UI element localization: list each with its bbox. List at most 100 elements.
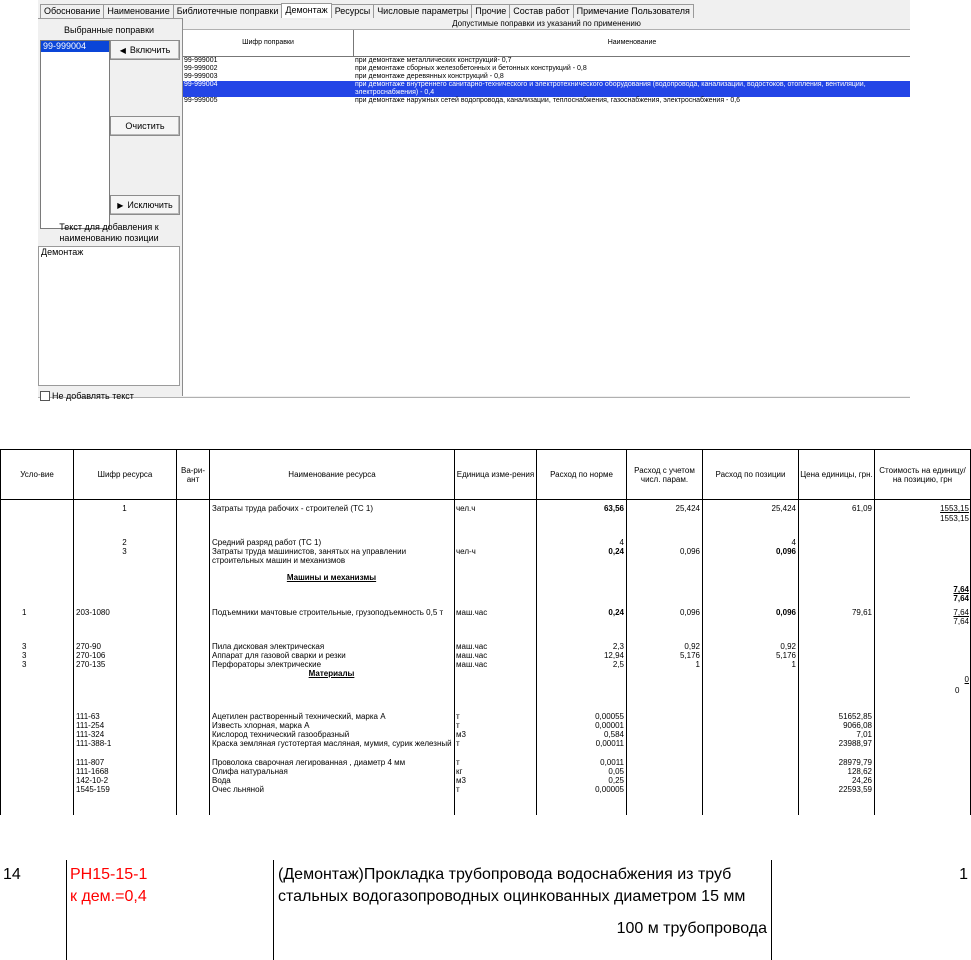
cell-norm: 12,94 xyxy=(603,651,624,660)
cell-unit: маш.час xyxy=(456,608,488,617)
cell-unit: маш.час xyxy=(456,651,488,660)
cell-param: 1 xyxy=(695,660,700,669)
header-cost-text: Стоимость на единицу/ на позицию, грн xyxy=(879,465,966,484)
arrow-right-icon: ▶ xyxy=(117,200,124,210)
tab-justification[interactable]: Обоснование xyxy=(40,4,105,18)
cell-param: 25,424 xyxy=(675,504,700,513)
cell-price: 9066,08 xyxy=(843,721,872,730)
cell-cost-unit: 1553,15 xyxy=(940,504,969,513)
cell-code: 111-807 xyxy=(76,758,105,767)
cell-norm: 0,24 xyxy=(608,608,624,617)
left-panel: Выбранные поправки 99-999004 ◀ Включить … xyxy=(38,19,180,401)
corrections-grid-body: 99-999001 при демонтаже металлических ко… xyxy=(183,57,910,105)
cell-price: 61,09 xyxy=(851,504,872,513)
tab-other[interactable]: Прочие xyxy=(471,4,511,18)
cell-position: 0,096 xyxy=(775,608,796,617)
cell-name: Олифа натуральная xyxy=(212,767,288,776)
cell-unit: м3 xyxy=(456,730,466,739)
header-position: Расход по позиции xyxy=(702,449,798,500)
cell-unit: т xyxy=(456,721,460,730)
cell-name: Затраты труда машинистов, занятых на упр… xyxy=(212,547,407,565)
estimate-unit: 100 м трубопровода xyxy=(616,920,767,937)
cell-cost-position: 1553,15 xyxy=(940,514,969,523)
include-button[interactable]: ◀ Включить xyxy=(110,40,180,60)
header-param-text: Расход с учетом числ. парам. xyxy=(634,465,695,484)
cell-price: 28979,79 xyxy=(838,758,872,767)
cell-code: 111-254 xyxy=(76,721,105,730)
cell-unit: чел-ч xyxy=(456,547,476,556)
cell-norm: 0,00005 xyxy=(595,785,624,794)
no-add-text-checkbox-row[interactable]: Не добавлять текст xyxy=(40,391,134,401)
tab-dismantling[interactable]: Демонтаж xyxy=(281,3,332,19)
header-variant: Ва-ри-ант xyxy=(176,449,209,500)
cell-condition: 3 xyxy=(22,651,27,660)
correction-row[interactable]: 99-999001 при демонтаже металлических ко… xyxy=(183,57,910,65)
selected-corrections-list[interactable]: 99-999004 xyxy=(40,40,110,229)
correction-row[interactable]: 99-999005 при демонтаже наружных сетей в… xyxy=(183,97,910,105)
selected-correction-item[interactable]: 99-999004 xyxy=(41,41,109,52)
header-resource-code-text: Шифр ресурса xyxy=(97,470,153,479)
correction-name: при демонтаже сборных железобетонных и б… xyxy=(355,65,587,72)
cell-position: 0,096 xyxy=(775,547,796,556)
resource-table: Усло-вие Шифр ресурса Ва-ри-ант Наименов… xyxy=(0,449,971,816)
col-line xyxy=(0,499,1,815)
correction-name: при демонтаже деревянных конструкций - 0… xyxy=(355,73,504,80)
cell-cost-unit: 7,64 xyxy=(953,585,969,594)
cell-name: Очес льняной xyxy=(212,785,264,794)
allowed-corrections-panel: Допустимые поправки из указаний по приме… xyxy=(182,18,910,396)
cell-param: 0,096 xyxy=(679,547,700,556)
cell-param: 0,096 xyxy=(679,608,700,617)
correction-row[interactable]: 99-999002 при демонтаже сборных железобе… xyxy=(183,65,910,73)
estimate-num-cell: 14 xyxy=(0,860,67,960)
col-correction-code[interactable]: Шифр поправки xyxy=(183,30,354,56)
col-line xyxy=(454,499,455,815)
cell-norm: 0,24 xyxy=(608,547,624,556)
cell-unit: маш.час xyxy=(456,660,488,669)
cell-code: 2 xyxy=(122,538,127,547)
cell-name: Пила дисковая электрическая xyxy=(212,642,325,651)
exclude-button[interactable]: ▶ Исключить xyxy=(110,195,180,215)
text-caption: Текст для добавления к наименованию пози… xyxy=(59,222,159,243)
cell-name: Средний разряд работ (ТС 1) xyxy=(212,538,322,547)
cell-code: 270-135 xyxy=(76,660,106,669)
cell-position: 5,176 xyxy=(775,651,796,660)
correction-row-selected[interactable]: 99-999004 при демонтаже внутреннего сани… xyxy=(183,81,910,97)
no-add-text-checkbox[interactable] xyxy=(40,391,50,401)
col-line xyxy=(874,499,971,815)
header-resource-name: Наименование ресурса xyxy=(209,449,454,500)
correction-name: при демонтаже внутреннего санитарно-техн… xyxy=(355,81,866,96)
correction-code: 99-999002 xyxy=(184,65,218,72)
cell-unit: м3 xyxy=(456,776,466,785)
corrections-grid-header: Шифр поправки Наименование xyxy=(183,30,910,57)
header-param: Расход с учетом числ. парам. xyxy=(626,449,702,500)
cell-norm: 0,05 xyxy=(608,767,624,776)
cell-unit: чел.ч xyxy=(456,504,476,513)
tab-name[interactable]: Наименование xyxy=(103,4,174,18)
name-addition-textarea[interactable]: Демонтаж xyxy=(38,246,180,386)
cell-cost-position: 7,64 xyxy=(953,617,969,626)
cell-price: 7,01 xyxy=(856,730,872,739)
cell-name: Затраты труда рабочих - строителей (ТС 1… xyxy=(212,504,373,513)
estimate-qty: 1 xyxy=(959,866,968,883)
cell-code: 111-388-1 xyxy=(76,739,112,748)
cell-unit: т xyxy=(456,785,460,794)
selected-caption: Выбранные поправки xyxy=(63,25,155,35)
header-price: Цена единицы, грн. xyxy=(798,449,874,500)
clear-button[interactable]: Очистить xyxy=(110,116,180,136)
tab-numeric-params[interactable]: Числовые параметры xyxy=(373,4,473,18)
clear-button-label: Очистить xyxy=(125,121,165,131)
cell-norm: 2,5 xyxy=(612,660,624,669)
tab-user-note[interactable]: Примечание Пользователя xyxy=(572,4,694,18)
header-condition-text: Усло-вие xyxy=(20,470,54,479)
exclude-button-label: Исключить xyxy=(127,200,173,210)
col-correction-name[interactable]: Наименование xyxy=(354,30,910,56)
correction-row[interactable]: 99-999003 при демонтаже деревянных конст… xyxy=(183,73,910,81)
cell-code: 1545-159 xyxy=(76,785,110,794)
tab-work-composition[interactable]: Состав работ xyxy=(509,4,574,18)
cell-norm: 0,0011 xyxy=(600,758,624,767)
tab-resources[interactable]: Ресурсы xyxy=(330,4,375,18)
header-variant-text: Ва-ри-ант xyxy=(180,465,206,484)
cell-code: 142-10-2 xyxy=(76,776,109,785)
tab-library-corrections[interactable]: Библиотечные поправки xyxy=(172,4,283,18)
correction-name: при демонтаже наружных сетей водопровода… xyxy=(355,97,741,104)
